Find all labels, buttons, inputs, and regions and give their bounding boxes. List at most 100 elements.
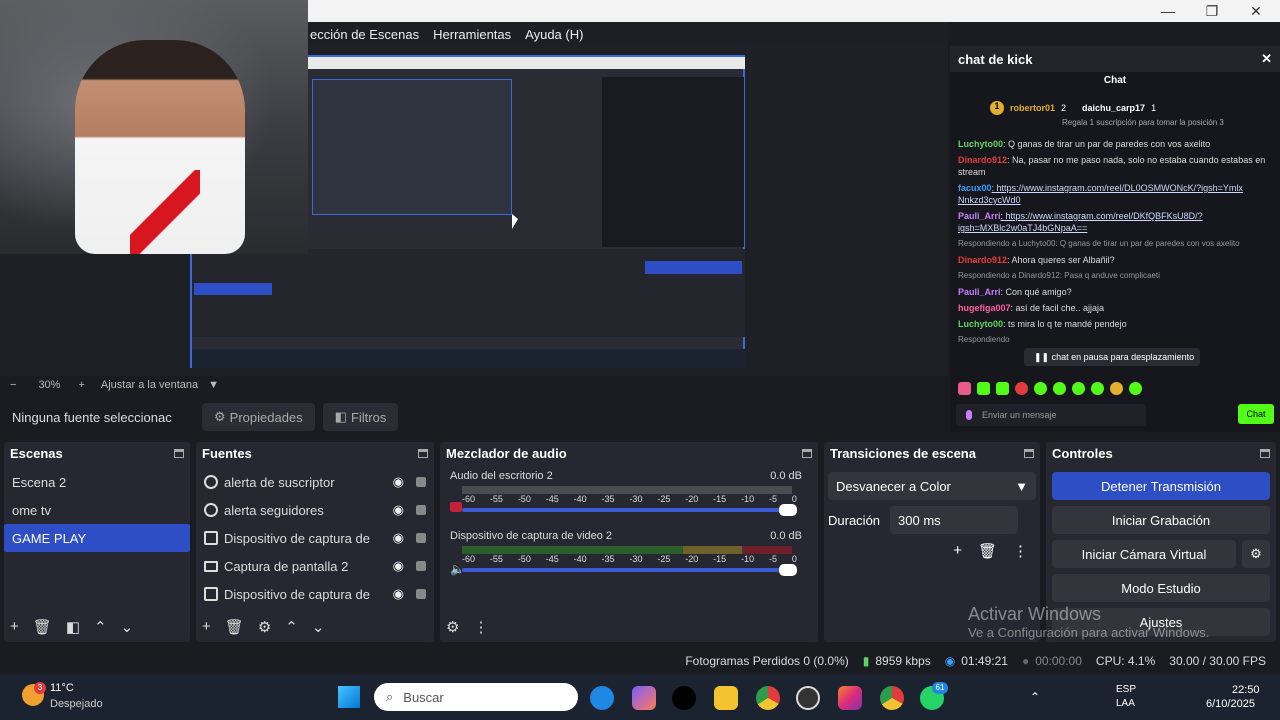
clock-time[interactable]: 22:50 bbox=[1232, 684, 1260, 696]
chevron-up-icon[interactable]: ⌃ bbox=[1030, 690, 1040, 704]
source-item[interactable]: alerta de suscriptor ◉ bbox=[196, 468, 434, 496]
copilot-icon[interactable] bbox=[632, 686, 656, 710]
studio-mode-button[interactable]: Modo Estudio bbox=[1052, 574, 1270, 602]
emote-icon[interactable] bbox=[1015, 382, 1028, 395]
advanced-audio-icon[interactable]: ⚙ bbox=[446, 618, 459, 636]
scene-item-selected[interactable]: GAME PLAY bbox=[4, 524, 190, 552]
muted-speaker-icon[interactable] bbox=[450, 502, 462, 512]
lock-icon[interactable] bbox=[416, 533, 426, 543]
emote-icon[interactable] bbox=[977, 382, 990, 395]
emote-icon[interactable] bbox=[958, 382, 971, 395]
chat-input[interactable]: Enviar un mensaje bbox=[956, 404, 1146, 426]
popout-icon[interactable] bbox=[1024, 448, 1034, 458]
lock-icon[interactable] bbox=[416, 477, 426, 487]
lock-icon[interactable] bbox=[416, 505, 426, 515]
chrome-profile-icon[interactable] bbox=[880, 686, 904, 710]
slider-knob[interactable] bbox=[779, 564, 797, 576]
search-icon: ⌕ bbox=[386, 689, 394, 704]
taskbar-search[interactable]: ⌕ Buscar bbox=[374, 683, 578, 711]
transition-select[interactable]: Desvanecer a Color ▼ bbox=[828, 472, 1036, 500]
obs-icon[interactable] bbox=[796, 686, 820, 710]
chat-paused-banner[interactable]: ❚❚ chat en pausa para desplazamiento bbox=[1024, 348, 1200, 366]
eye-icon[interactable]: ◉ bbox=[393, 586, 404, 602]
slider-knob[interactable] bbox=[779, 504, 797, 516]
emote-icon[interactable] bbox=[1091, 382, 1104, 395]
source-item[interactable]: Dispositivo de captura de ◉ bbox=[196, 580, 434, 608]
emote-icon[interactable] bbox=[1129, 382, 1142, 395]
add-icon[interactable]: + bbox=[10, 618, 19, 636]
language-region[interactable]: LAA bbox=[1116, 698, 1135, 709]
scene-item[interactable]: Escena 2 bbox=[4, 468, 190, 496]
emote-icon[interactable] bbox=[1053, 382, 1066, 395]
eye-icon[interactable]: ◉ bbox=[393, 558, 404, 574]
menu-tools[interactable]: Herramientas bbox=[433, 27, 511, 42]
start-recording-button[interactable]: Iniciar Grabación bbox=[1052, 506, 1270, 534]
properties-button[interactable]: ⚙ Propiedades bbox=[202, 403, 315, 431]
emote-icon[interactable] bbox=[1034, 382, 1047, 395]
emote-icon[interactable] bbox=[1110, 382, 1123, 395]
gift-note: Regala 1 suscripción para tomar la posic… bbox=[1062, 118, 1224, 127]
emote-icon[interactable] bbox=[1072, 382, 1085, 395]
chat-tab[interactable]: Chat bbox=[950, 72, 1280, 90]
eye-icon[interactable]: ◉ bbox=[393, 530, 404, 546]
emote-icon[interactable] bbox=[996, 382, 1009, 395]
close-button[interactable]: ✕ bbox=[1234, 0, 1278, 22]
minimize-button[interactable]: — bbox=[1146, 0, 1190, 22]
edge-icon[interactable] bbox=[590, 686, 614, 710]
volume-slider[interactable] bbox=[462, 564, 797, 576]
kebab-menu-icon[interactable]: ⋮ bbox=[473, 618, 488, 636]
add-icon[interactable]: + bbox=[953, 542, 962, 560]
source-item[interactable]: Captura de pantalla 2 ◉ bbox=[196, 552, 434, 580]
windows-start-icon[interactable] bbox=[338, 686, 360, 708]
popout-icon[interactable] bbox=[418, 448, 428, 458]
source-item[interactable]: alerta seguidores ◉ bbox=[196, 496, 434, 524]
virtual-camera-button[interactable]: Iniciar Cámara Virtual bbox=[1052, 540, 1236, 568]
duration-input[interactable]: 300 ms bbox=[890, 506, 1019, 534]
channel-db: 0.0 dB bbox=[770, 530, 802, 542]
file-explorer-icon[interactable] bbox=[714, 686, 738, 710]
chevron-up-icon[interactable]: ⌃ bbox=[94, 618, 107, 636]
clock-date[interactable]: 6/10/2025 bbox=[1206, 698, 1255, 710]
source-label: alerta seguidores bbox=[224, 502, 324, 518]
lock-icon[interactable] bbox=[416, 589, 426, 599]
add-icon[interactable]: + bbox=[202, 618, 211, 636]
chrome-icon[interactable] bbox=[756, 686, 780, 710]
filter-icon[interactable]: ◧ bbox=[66, 618, 80, 636]
restore-button[interactable]: ❐ bbox=[1190, 0, 1234, 22]
popout-icon[interactable] bbox=[174, 448, 184, 458]
scenes-title: Escenas bbox=[10, 445, 63, 461]
chevron-down-icon[interactable]: ⌄ bbox=[121, 618, 134, 636]
chevron-up-icon[interactable]: ⌃ bbox=[285, 618, 298, 636]
chevron-down-icon[interactable]: ▼ bbox=[208, 379, 219, 391]
gear-icon[interactable]: ⚙ bbox=[1242, 540, 1270, 568]
chevron-down-icon[interactable]: ⌄ bbox=[312, 618, 325, 636]
gear-icon[interactable]: ⚙ bbox=[258, 618, 271, 636]
trash-icon[interactable]: 🗑 bbox=[225, 618, 244, 636]
stop-stream-button[interactable]: Detener Transmisión bbox=[1052, 472, 1270, 500]
source-item[interactable]: Dispositivo de captura de ◉ bbox=[196, 524, 434, 552]
tiktok-icon[interactable] bbox=[672, 686, 696, 710]
zoom-out-button[interactable]: − bbox=[10, 379, 16, 391]
filters-button[interactable]: ◧ Filtros bbox=[322, 403, 399, 431]
top-user-1[interactable]: robertor01 bbox=[1010, 103, 1055, 113]
eye-icon[interactable]: ◉ bbox=[393, 474, 404, 490]
zoom-in-button[interactable]: + bbox=[78, 379, 84, 391]
popout-icon[interactable] bbox=[1260, 448, 1270, 458]
fit-window-label[interactable]: Ajustar a la ventana bbox=[101, 379, 198, 391]
top-user-2[interactable]: daichu_carp17 bbox=[1082, 103, 1145, 113]
eye-icon[interactable]: ◉ bbox=[393, 502, 404, 518]
menu-help[interactable]: Ayuda (H) bbox=[525, 27, 583, 42]
lock-icon[interactable] bbox=[416, 561, 426, 571]
trash-icon[interactable]: 🗑 bbox=[978, 542, 997, 560]
close-icon[interactable]: ✕ bbox=[1261, 51, 1272, 67]
scene-item[interactable]: ome tv bbox=[4, 496, 190, 524]
language-code[interactable]: ESP bbox=[1116, 684, 1136, 695]
kebab-menu-icon[interactable]: ⋮ bbox=[1013, 542, 1028, 560]
popout-icon[interactable] bbox=[802, 448, 812, 458]
instagram-icon[interactable] bbox=[838, 686, 862, 710]
chat-send-button[interactable]: Chat bbox=[1238, 404, 1274, 424]
volume-slider[interactable] bbox=[462, 504, 797, 516]
menu-scene-collection[interactable]: ección de Escenas bbox=[310, 27, 419, 42]
trash-icon[interactable]: 🗑 bbox=[33, 618, 52, 636]
chat-message: Luchyto00: Q ganas de tirar un par de pa… bbox=[958, 139, 1211, 149]
